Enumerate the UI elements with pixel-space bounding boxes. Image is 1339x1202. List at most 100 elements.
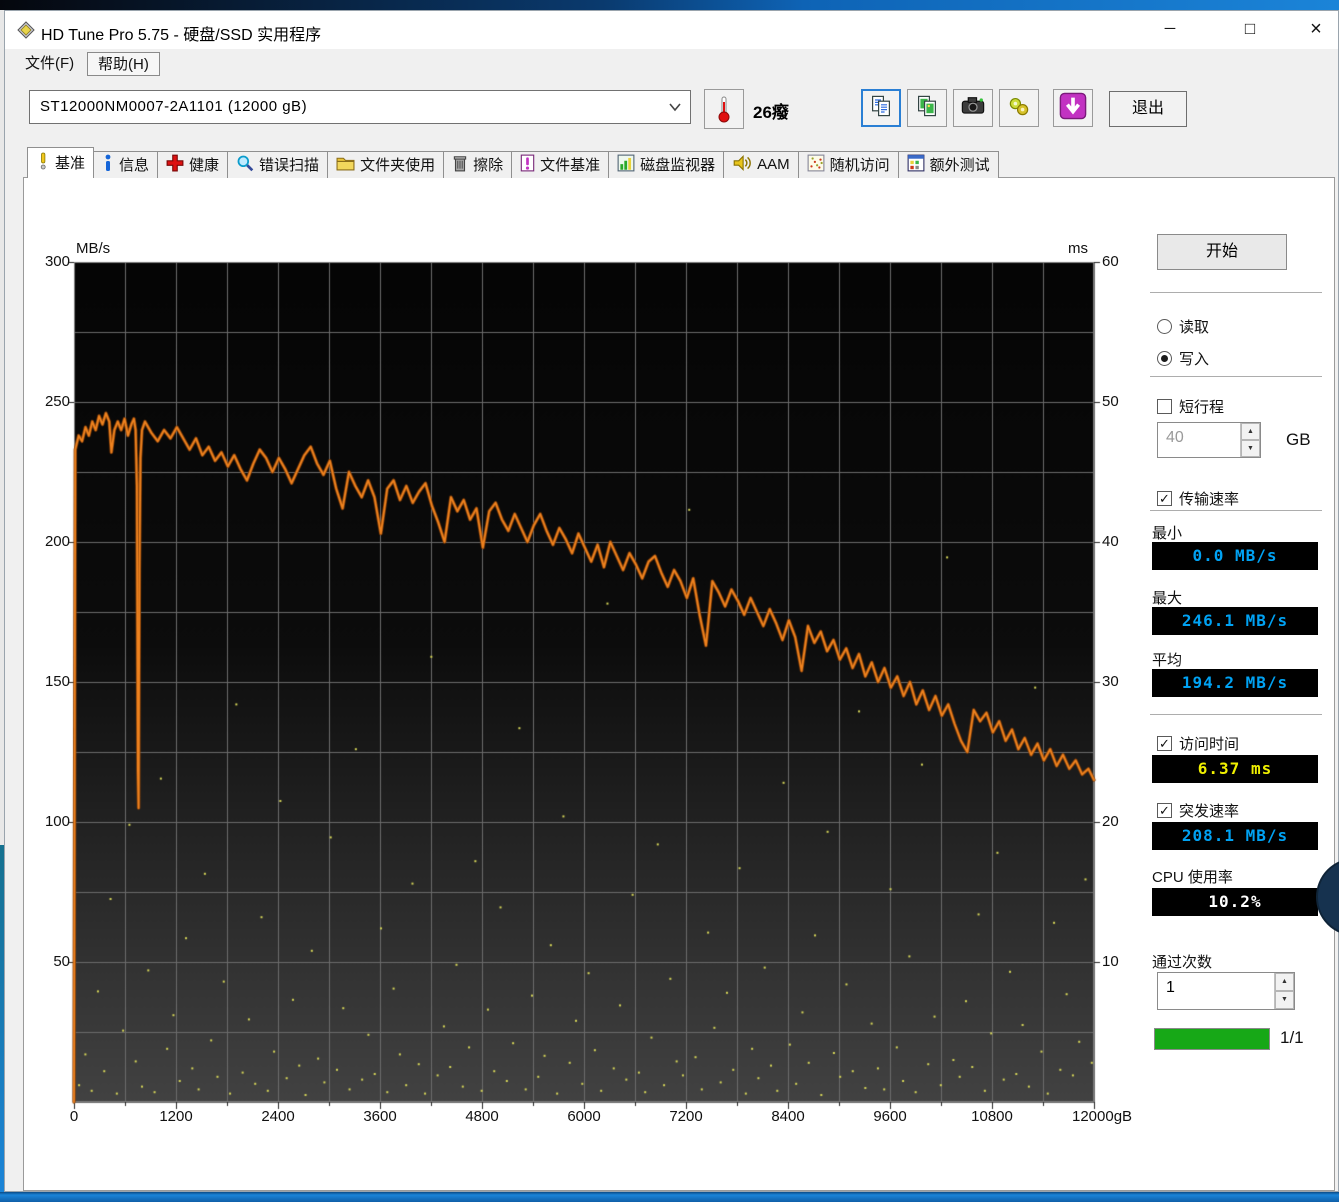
download-button[interactable] (1053, 89, 1093, 127)
tab-extra[interactable]: 额外测试 (898, 151, 999, 178)
y-left-tick: 200 (24, 533, 70, 550)
progress-fill (1155, 1029, 1269, 1049)
minimize-button[interactable]: ─ (1147, 13, 1193, 45)
donate-button[interactable] (999, 89, 1039, 127)
tab-label: 健康 (189, 154, 219, 175)
burst-rate-checkbox[interactable]: ✓ (1157, 803, 1172, 818)
tab-label: 文件夹使用 (360, 154, 435, 175)
tab-label: 擦除 (473, 154, 503, 175)
maximize-button[interactable]: □ (1227, 13, 1273, 45)
app-window: HD Tune Pro 5.75 - 硬盘/SSD 实用程序 ─ □ × 文件(… (4, 10, 1339, 1192)
exit-button[interactable]: 退出 (1109, 91, 1187, 127)
x-tick: 6000 (567, 1108, 600, 1125)
short-stroke-spinner[interactable]: 40 ▲▼ (1157, 422, 1261, 458)
folder-icon (336, 155, 355, 175)
temperature-button[interactable] (704, 89, 744, 129)
pass-count-spinner[interactable]: 1 ▲▼ (1157, 972, 1295, 1010)
menu-file[interactable]: 文件(F) (15, 52, 84, 76)
max-label: 最大 (1152, 587, 1182, 608)
copy-icon (869, 94, 893, 123)
close-button[interactable]: × (1293, 13, 1339, 45)
tab-filebench[interactable]: 文件基准 (511, 151, 609, 178)
transfer-rate-row[interactable]: ✓ 传输速率 (1157, 488, 1239, 509)
tab-monitor[interactable]: 磁盘监视器 (608, 151, 724, 178)
x-tick: 4800 (465, 1108, 498, 1125)
access-time-row[interactable]: ✓ 访问时间 (1157, 733, 1239, 754)
tab-erase[interactable]: 擦除 (443, 151, 512, 178)
short-stroke-row[interactable]: 短行程 (1157, 396, 1224, 417)
avg-label: 平均 (1152, 649, 1182, 670)
camera-icon (960, 94, 986, 123)
read-radio-label: 读取 (1179, 316, 1209, 337)
start-button[interactable]: 开始 (1157, 234, 1287, 270)
y-right-tick: 10 (1102, 953, 1142, 970)
erase-icon (452, 154, 468, 176)
tab-label: 文件基准 (540, 154, 600, 175)
short-stroke-value: 40 (1158, 423, 1240, 457)
y-left-tick: 50 (24, 953, 70, 970)
tab-random[interactable]: 随机访问 (798, 151, 899, 178)
tab-health[interactable]: 健康 (157, 151, 228, 178)
spin-down-icon[interactable]: ▼ (1275, 991, 1294, 1009)
drive-selector[interactable]: ST12000NM0007-2A1101 (12000 gB) (29, 90, 691, 124)
short-stroke-unit: GB (1286, 430, 1311, 450)
short-stroke-label: 短行程 (1179, 396, 1224, 417)
x-tick: 3600 (363, 1108, 396, 1125)
menu-help[interactable]: 帮助(H) (87, 52, 160, 76)
exclaim-icon (36, 152, 50, 174)
y-right-tick: 30 (1102, 673, 1142, 690)
write-radio-label: 写入 (1179, 348, 1209, 369)
pass-count-value: 1 (1158, 973, 1274, 1009)
separator (1150, 714, 1322, 715)
benchmark-chart-canvas (60, 252, 1108, 1120)
y-left-tick: 100 (24, 813, 70, 830)
y-left-tick: 250 (24, 393, 70, 410)
y-left-tick: 300 (24, 253, 70, 270)
tab-label: 磁盘监视器 (640, 154, 715, 175)
access-time-checkbox[interactable]: ✓ (1157, 736, 1172, 751)
read-radio[interactable] (1157, 319, 1172, 334)
chevron-down-icon (668, 102, 682, 112)
write-radio-row[interactable]: 写入 (1157, 348, 1209, 369)
x-tick: 7200 (669, 1108, 702, 1125)
tab-label: AAM (757, 156, 790, 173)
min-value-display: 0.0 MB/s (1152, 542, 1318, 570)
read-radio-row[interactable]: 读取 (1157, 316, 1209, 337)
x-tick: 8400 (771, 1108, 804, 1125)
thermometer-icon (716, 95, 732, 123)
random-icon (807, 154, 825, 176)
x-tick: 12000gB (1072, 1108, 1132, 1125)
access-time-label: 访问时间 (1179, 733, 1239, 754)
screenshot-button[interactable] (953, 89, 993, 127)
drive-selector-value: ST12000NM0007-2A1101 (12000 gB) (40, 98, 307, 115)
title-bar: HD Tune Pro 5.75 - 硬盘/SSD 实用程序 ─ □ × (5, 11, 1338, 49)
burst-rate-row[interactable]: ✓ 突发速率 (1157, 800, 1239, 821)
tab-bar: 基准信息 健康错误扫描 文件夹使用 擦除 文件基准 磁盘监视器 AAM 随机访问额外测试 (27, 147, 998, 178)
y-right-tick: 20 (1102, 813, 1142, 830)
transfer-rate-checkbox[interactable]: ✓ (1157, 491, 1172, 506)
tab-speaker[interactable]: AAM (723, 151, 799, 178)
write-radio[interactable] (1157, 351, 1172, 366)
tab-info[interactable]: 信息 (93, 151, 158, 178)
copy-text-button[interactable] (861, 89, 901, 127)
spin-up-icon[interactable]: ▲ (1275, 973, 1294, 991)
y-right-axis-title: ms (1068, 240, 1088, 257)
spin-up-icon[interactable]: ▲ (1241, 423, 1260, 440)
download-icon (1059, 92, 1087, 125)
app-icon (17, 21, 35, 44)
spin-down-icon[interactable]: ▼ (1241, 440, 1260, 457)
tab-exclaim[interactable]: 基准 (27, 147, 94, 178)
copy-image-button[interactable] (907, 89, 947, 127)
health-icon (166, 154, 184, 176)
tab-scan[interactable]: 错误扫描 (227, 151, 328, 178)
info-icon (102, 154, 114, 176)
tab-folder[interactable]: 文件夹使用 (327, 151, 444, 178)
x-tick: 2400 (261, 1108, 294, 1125)
min-label: 最小 (1152, 522, 1182, 543)
short-stroke-checkbox[interactable] (1157, 399, 1172, 414)
separator (1150, 376, 1322, 377)
tab-label: 基准 (55, 152, 85, 173)
speaker-icon (732, 154, 752, 176)
window-title: HD Tune Pro 5.75 - 硬盘/SSD 实用程序 (41, 21, 321, 45)
monitor-icon (617, 154, 635, 176)
